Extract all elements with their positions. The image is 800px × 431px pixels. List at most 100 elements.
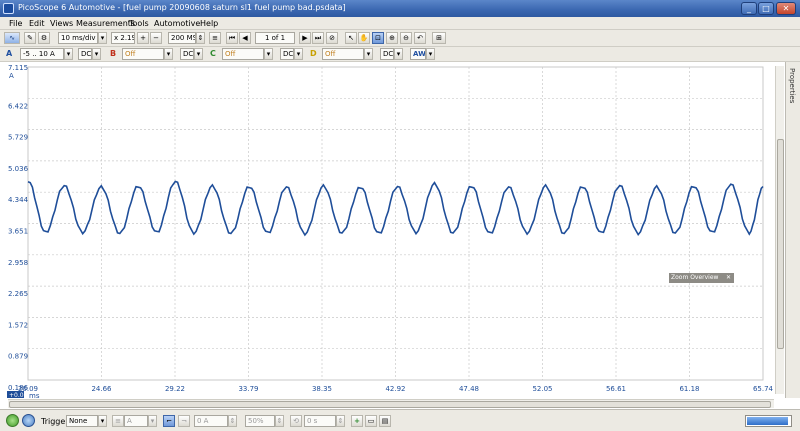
- channel-d-coupling[interactable]: DC: [380, 48, 394, 60]
- chevron-down-icon[interactable]: ▾: [92, 48, 101, 60]
- pretrigger-spin-icon[interactable]: ⇕: [275, 415, 284, 427]
- last-buffer-icon[interactable]: ⏭: [312, 32, 324, 44]
- pointer-tool-icon[interactable]: ↖: [345, 32, 357, 44]
- close-button[interactable]: ✕: [776, 2, 796, 15]
- undo-zoom-icon[interactable]: ↶: [414, 32, 426, 44]
- channel-b-label: B: [110, 49, 117, 58]
- y-tick-label: 3.651: [8, 228, 28, 236]
- level-spin-icon[interactable]: ⇕: [228, 415, 237, 427]
- chevron-down-icon[interactable]: ▾: [64, 48, 73, 60]
- menu-measurements[interactable]: Measurements: [76, 19, 135, 28]
- first-buffer-icon[interactable]: ⏮: [226, 32, 238, 44]
- stop-capture-button[interactable]: [22, 414, 35, 427]
- channel-c-coupling[interactable]: DC: [280, 48, 294, 60]
- zoom-overview-icon[interactable]: ⊞: [432, 32, 446, 44]
- channel-a-range[interactable]: -5 .. 10 A: [20, 48, 64, 60]
- chevron-down-icon[interactable]: ▾: [164, 48, 173, 60]
- channel-labels-icon[interactable]: ▤: [379, 415, 391, 427]
- minimize-button[interactable]: _: [741, 2, 757, 15]
- horizontal-scroll-thumb[interactable]: [9, 401, 771, 408]
- properties-panel-tab[interactable]: Properties: [785, 62, 800, 398]
- add-ruler-icon[interactable]: +: [351, 415, 363, 427]
- menu-edit[interactable]: Edit: [29, 19, 45, 28]
- channel-d-range[interactable]: Off: [322, 48, 364, 60]
- trigger-mode-select[interactable]: None: [66, 415, 98, 427]
- samples-select[interactable]: 200 MS: [168, 32, 196, 44]
- x-tick-label: 47.48: [459, 385, 479, 393]
- timebase-select[interactable]: 10 ms/div: [58, 32, 98, 44]
- menu-automotive[interactable]: Automotive: [154, 19, 200, 28]
- scope-mode-icon[interactable]: ∿: [4, 32, 20, 44]
- delay-spin-icon[interactable]: ⇕: [336, 415, 345, 427]
- chevron-down-icon[interactable]: ▾: [294, 48, 303, 60]
- x-tick-label: 42.92: [385, 385, 405, 393]
- notes-icon[interactable]: ▭: [365, 415, 377, 427]
- capture-progress: [745, 415, 792, 427]
- trigger-source-select[interactable]: A: [124, 415, 148, 427]
- delay-input[interactable]: 0 s: [304, 415, 336, 427]
- zoom-out-button[interactable]: −: [150, 32, 162, 44]
- waveform-chart[interactable]: 20.09 24.66 29.22 33.79 38.35 42.92 47.48 52.05…: [0, 62, 785, 400]
- channel-c-range[interactable]: Off: [222, 48, 264, 60]
- chevron-down-icon[interactable]: ▾: [394, 48, 403, 60]
- x-tick-label: 52.05: [532, 385, 552, 393]
- chevron-down-icon[interactable]: ▾: [264, 48, 273, 60]
- y-tick-label: 5.729: [8, 134, 28, 142]
- chevron-down-icon[interactable]: ▾: [98, 415, 107, 427]
- menu-help[interactable]: Help: [200, 19, 218, 28]
- chevron-down-icon[interactable]: ▾: [148, 415, 157, 427]
- zoom-in-button[interactable]: +: [137, 32, 149, 44]
- x-tick-label: 33.79: [238, 385, 258, 393]
- zoom-box-icon[interactable]: ⊡: [372, 32, 384, 44]
- buffer-navigator-icon[interactable]: ⊘: [326, 32, 338, 44]
- capture-progress-fill: [747, 417, 788, 425]
- next-buffer-icon[interactable]: ▶: [299, 32, 311, 44]
- trigger-settings-icon[interactable]: ≡: [112, 415, 124, 427]
- chevron-down-icon[interactable]: ▾: [426, 48, 435, 60]
- hand-tool-icon[interactable]: ✋: [358, 32, 370, 44]
- falling-edge-icon[interactable]: ¬: [178, 415, 190, 427]
- pretrigger-input[interactable]: 50%: [245, 415, 275, 427]
- zoom-in-icon[interactable]: ⊕: [386, 32, 398, 44]
- vertical-scroll-thumb[interactable]: [777, 139, 784, 349]
- axis-marker-label: +0.0: [9, 392, 24, 398]
- oscilloscope-view[interactable]: 20.09 24.66 29.22 33.79 38.35 42.92 47.48 52.05…: [0, 62, 785, 400]
- trigger-level-input[interactable]: 0 A: [194, 415, 228, 427]
- delay-icon[interactable]: ⟲: [290, 415, 302, 427]
- trigger-label: Trigger: [41, 417, 69, 426]
- channel-b-coupling[interactable]: DC: [180, 48, 194, 60]
- close-icon[interactable]: ✕: [726, 273, 731, 283]
- zoom-overview-panel[interactable]: Zoom Overview ✕: [669, 273, 734, 283]
- zoom-factor: x 2.19: [111, 32, 135, 44]
- samples-spin-icon[interactable]: ⇕: [196, 32, 205, 44]
- menu-tools[interactable]: Tools: [129, 19, 149, 28]
- menu-file[interactable]: File: [9, 19, 22, 28]
- waveform-settings-icon[interactable]: ≡: [209, 32, 221, 44]
- x-tick-label: 29.22: [165, 385, 185, 393]
- horizontal-scrollbar[interactable]: [8, 399, 774, 408]
- prev-buffer-icon[interactable]: ◀: [239, 32, 251, 44]
- menu-views[interactable]: Views: [50, 19, 73, 28]
- chevron-down-icon[interactable]: ▾: [98, 32, 107, 44]
- channel-b-range[interactable]: Off: [122, 48, 164, 60]
- picoscope-app-icon: [3, 3, 14, 14]
- channel-toolbar: A -5 .. 10 A ▾ DC ▾ B Off ▾ DC ▾ C Off ▾…: [0, 47, 800, 62]
- zoom-out-icon[interactable]: ⊖: [400, 32, 412, 44]
- rising-edge-icon[interactable]: ⌐: [163, 415, 175, 427]
- maximize-button[interactable]: □: [758, 2, 774, 15]
- probe-icon[interactable]: ✎: [24, 32, 36, 44]
- vertical-scrollbar[interactable]: [775, 66, 784, 394]
- settings-icon[interactable]: ⚙: [38, 32, 50, 44]
- y-axis-unit: A: [9, 72, 14, 80]
- start-capture-button[interactable]: [6, 414, 19, 427]
- channel-c-label: C: [210, 49, 216, 58]
- title-bar: PicoScope 6 Automotive - [fuel pump 2009…: [0, 0, 800, 17]
- chevron-down-icon[interactable]: ▾: [194, 48, 203, 60]
- window-title: PicoScope 6 Automotive - [fuel pump 2009…: [18, 3, 346, 12]
- channel-d-label: D: [310, 49, 317, 58]
- y-tick-label: 6.422: [8, 102, 28, 110]
- chevron-down-icon[interactable]: ▾: [364, 48, 373, 60]
- math-channel-button[interactable]: AW: [410, 48, 426, 60]
- buffer-index[interactable]: 1 of 1: [255, 32, 295, 44]
- channel-a-coupling[interactable]: DC: [78, 48, 92, 60]
